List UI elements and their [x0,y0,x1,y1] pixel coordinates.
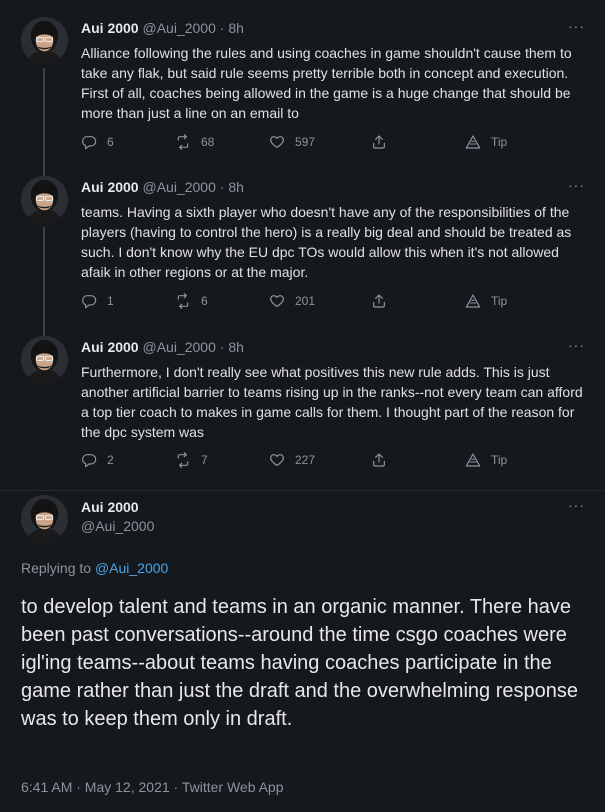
like-button[interactable]: 227 [269,452,315,468]
retweet-count: 7 [201,453,208,467]
tip-label: Tip [491,135,508,149]
reply-count: 6 [107,135,114,149]
like-icon [269,134,285,150]
tip-icon [465,452,481,468]
share-icon [371,452,387,468]
tweet-time[interactable]: 8h [228,20,244,36]
share-button[interactable] [371,293,397,309]
retweet-count: 6 [201,294,208,308]
tweet-text: Furthermore, I don't really see what pos… [81,364,583,440]
retweet-button[interactable]: 7 [175,452,208,468]
tip-icon [465,293,481,309]
user-handle[interactable]: @Aui_2000 [81,518,154,534]
tweet-actions: 1 6 201 Tip [81,293,521,313]
separator-dot: · [219,20,225,36]
retweet-icon [175,293,191,309]
thread-line [43,227,45,330]
share-button[interactable] [371,134,397,150]
retweet-count: 68 [201,135,215,149]
tweet-metadata[interactable]: 6:41 AM · May 12, 2021 · Twitter Web App [21,779,284,795]
display-name[interactable]: Aui 2000 [81,20,139,36]
replying-label: Replying to [21,560,92,576]
tip-label: Tip [491,294,508,308]
tweet-header: Aui 2000 @Aui_2000 [81,499,154,534]
tweet-header: Aui 2000 @Aui_2000 · 8h [81,179,244,195]
retweet-button[interactable]: 6 [175,293,208,309]
retweet-button[interactable]: 68 [175,134,214,150]
reply-icon [81,134,97,150]
tip-label: Tip [491,453,508,467]
more-icon[interactable]: ··· [568,177,585,193]
reply-icon [81,293,97,309]
user-handle[interactable]: @Aui_2000 [142,179,215,195]
display-name[interactable]: Aui 2000 [81,339,139,355]
like-count: 227 [295,453,316,467]
display-name[interactable]: Aui 2000 [81,179,139,195]
avatar[interactable] [21,17,68,64]
replying-to: Replying to @Aui_2000 [21,560,168,576]
reply-button[interactable]: 1 [81,293,114,309]
tweet-text: teams. Having a sixth player who doesn't… [81,204,572,280]
more-icon[interactable]: ··· [568,337,585,353]
like-count: 597 [295,135,316,149]
tweet-time[interactable]: 8h [228,179,244,195]
tip-icon [465,134,481,150]
tweet-time[interactable]: 8h [228,339,244,355]
tip-button[interactable]: Tip [465,293,507,309]
thread-tweet-3[interactable]: Aui 2000 @Aui_2000 · 8h ··· Furthermore,… [0,330,605,490]
more-icon[interactable]: ··· [568,18,585,34]
retweet-icon [175,134,191,150]
share-icon [371,293,387,309]
like-icon [269,293,285,309]
separator-dot: · [219,339,225,355]
thread-line [43,68,45,170]
separator-dot: · [219,179,225,195]
like-button[interactable]: 597 [269,134,315,150]
like-icon [269,452,285,468]
reply-button[interactable]: 6 [81,134,114,150]
avatar[interactable] [21,336,68,383]
user-handle[interactable]: @Aui_2000 [142,339,215,355]
main-tweet-text: to develop talent and teams in an organi… [21,596,578,730]
replying-handle-link[interactable]: @Aui_2000 [95,560,168,576]
reply-count: 2 [107,453,114,467]
tip-button[interactable]: Tip [465,452,507,468]
thread-tweet-1[interactable]: Aui 2000 @Aui_2000 · 8h ··· Alliance fol… [0,0,605,170]
like-button[interactable]: 201 [269,293,315,309]
avatar[interactable] [21,176,68,223]
reply-button[interactable]: 2 [81,452,114,468]
tip-button[interactable]: Tip [465,134,507,150]
tweet-actions: 2 7 227 Tip [81,452,521,472]
thread-tweet-2[interactable]: Aui 2000 @Aui_2000 · 8h ··· teams. Havin… [0,170,605,330]
avatar[interactable] [21,495,68,542]
more-icon[interactable]: ··· [568,497,585,513]
tweet-text: Alliance following the rules and using c… [81,45,572,121]
share-button[interactable] [371,452,397,468]
reply-count: 1 [107,294,114,308]
tweet-header: Aui 2000 @Aui_2000 · 8h [81,339,244,355]
share-icon [371,134,387,150]
tweet-header: Aui 2000 @Aui_2000 · 8h [81,20,244,36]
tweet-actions: 6 68 597 Tip [81,134,521,154]
retweet-icon [175,452,191,468]
like-count: 201 [295,294,316,308]
user-handle[interactable]: @Aui_2000 [142,20,215,36]
display-name[interactable]: Aui 2000 [81,499,154,515]
reply-icon [81,452,97,468]
